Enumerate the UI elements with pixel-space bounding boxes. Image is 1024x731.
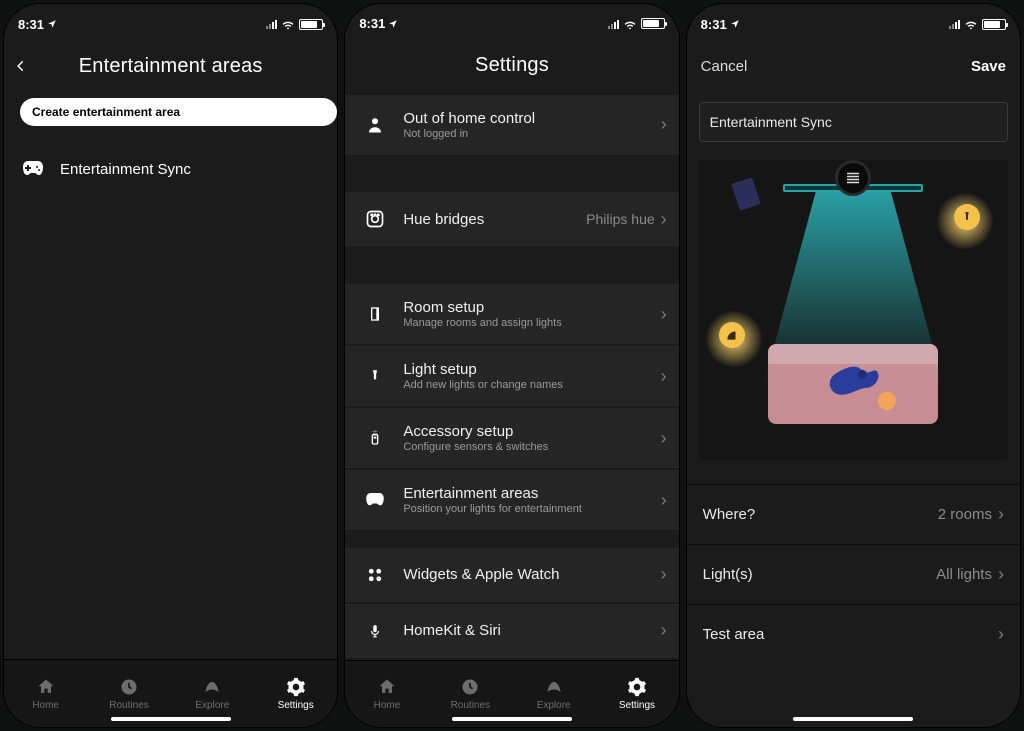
- location-icon: [388, 19, 398, 29]
- settings-hue-bridges[interactable]: Hue bridges Philips hue ›: [345, 192, 678, 246]
- status-bar: 8:31: [345, 4, 678, 43]
- option-test-area[interactable]: Test area ›: [687, 604, 1020, 664]
- settings-accessory-setup[interactable]: Accessory setupConfigure sensors & switc…: [345, 408, 678, 468]
- settings-homekit[interactable]: HomeKit & Siri ›: [345, 604, 678, 658]
- bridge-icon: [361, 209, 389, 229]
- nav-bar: Settings: [345, 43, 678, 86]
- page-title: Settings: [475, 54, 549, 77]
- tab-settings[interactable]: Settings: [254, 660, 337, 727]
- battery-icon: [641, 18, 665, 29]
- light-placement-scene[interactable]: [699, 160, 1008, 460]
- person-icon: [361, 115, 389, 135]
- status-bar: 8:31: [4, 4, 337, 44]
- create-entertainment-area-button[interactable]: Create entertainment area: [20, 98, 337, 126]
- save-button[interactable]: Save: [971, 58, 1006, 75]
- tab-home[interactable]: Home: [4, 660, 87, 727]
- page-title: Entertainment areas: [79, 55, 263, 78]
- controller-icon: [20, 158, 46, 180]
- status-time: 8:31: [701, 17, 727, 32]
- chevron-right-icon: ›: [661, 564, 667, 585]
- chevron-right-icon: ›: [661, 114, 667, 135]
- chevron-right-icon: ›: [661, 366, 667, 387]
- light-panel-left[interactable]: [731, 177, 761, 210]
- entertainment-area-row[interactable]: Entertainment Sync: [4, 144, 337, 194]
- wifi-icon: [964, 17, 978, 31]
- entertainment-area-label: Entertainment Sync: [60, 161, 191, 178]
- chevron-right-icon: ›: [661, 304, 667, 325]
- location-icon: [730, 19, 740, 29]
- status-bar: 8:31: [687, 4, 1020, 44]
- settings-light-setup[interactable]: Light setupAdd new lights or change name…: [345, 346, 678, 406]
- home-indicator[interactable]: [452, 717, 572, 721]
- battery-icon: [299, 19, 323, 30]
- screen-edit-entertainment-area: 8:31 Cancel Save Entertainment Sync: [687, 4, 1020, 727]
- settings-widgets[interactable]: Widgets & Apple Watch ›: [345, 548, 678, 602]
- battery-icon: [982, 19, 1006, 30]
- option-lights[interactable]: Light(s) All lights ›: [687, 544, 1020, 604]
- wifi-icon: [281, 17, 295, 31]
- controller-icon: [361, 493, 389, 507]
- tab-settings[interactable]: Settings: [595, 661, 678, 727]
- signal-icon: [608, 19, 619, 29]
- door-icon: [361, 304, 389, 324]
- settings-out-of-home[interactable]: Out of home controlNot logged in ›: [345, 95, 678, 155]
- microphone-icon: [361, 620, 389, 642]
- chevron-right-icon: ›: [661, 209, 667, 230]
- area-name-input[interactable]: Entertainment Sync: [699, 102, 1008, 142]
- light-bulb-left[interactable]: [719, 322, 745, 348]
- settings-room-setup[interactable]: Room setupManage rooms and assign lights…: [345, 284, 678, 344]
- screen-settings: 8:31 Settings Out of home controlNot log…: [345, 4, 678, 727]
- ball-graphic: [878, 392, 896, 410]
- back-button[interactable]: [14, 44, 28, 88]
- widgets-icon: [361, 566, 389, 584]
- home-indicator[interactable]: [111, 717, 231, 721]
- cancel-button[interactable]: Cancel: [701, 58, 748, 75]
- chevron-right-icon: ›: [998, 624, 1004, 645]
- option-where[interactable]: Where? 2 rooms ›: [687, 484, 1020, 544]
- nav-bar: Entertainment areas: [4, 44, 337, 88]
- location-icon: [47, 19, 57, 29]
- projector-icon[interactable]: [835, 160, 871, 196]
- character-graphic: [825, 356, 881, 402]
- chevron-right-icon: ›: [998, 504, 1004, 525]
- tab-home[interactable]: Home: [345, 661, 428, 727]
- signal-icon: [266, 19, 277, 29]
- accessory-icon: [361, 428, 389, 448]
- screen-entertainment-areas: 8:31 Entertainment areas Create entertai…: [4, 4, 337, 727]
- status-time: 8:31: [18, 17, 44, 32]
- bulb-icon: [361, 366, 389, 386]
- home-indicator[interactable]: [793, 717, 913, 721]
- status-time: 8:31: [359, 16, 385, 31]
- nav-bar: Cancel Save: [687, 44, 1020, 88]
- chevron-right-icon: ›: [998, 564, 1004, 585]
- light-bulb-topright[interactable]: [954, 204, 980, 230]
- wifi-icon: [623, 17, 637, 31]
- chevron-right-icon: ›: [661, 620, 667, 641]
- settings-entertainment-areas[interactable]: Entertainment areasPosition your lights …: [345, 470, 678, 530]
- signal-icon: [949, 19, 960, 29]
- chevron-right-icon: ›: [661, 490, 667, 511]
- chevron-right-icon: ›: [661, 428, 667, 449]
